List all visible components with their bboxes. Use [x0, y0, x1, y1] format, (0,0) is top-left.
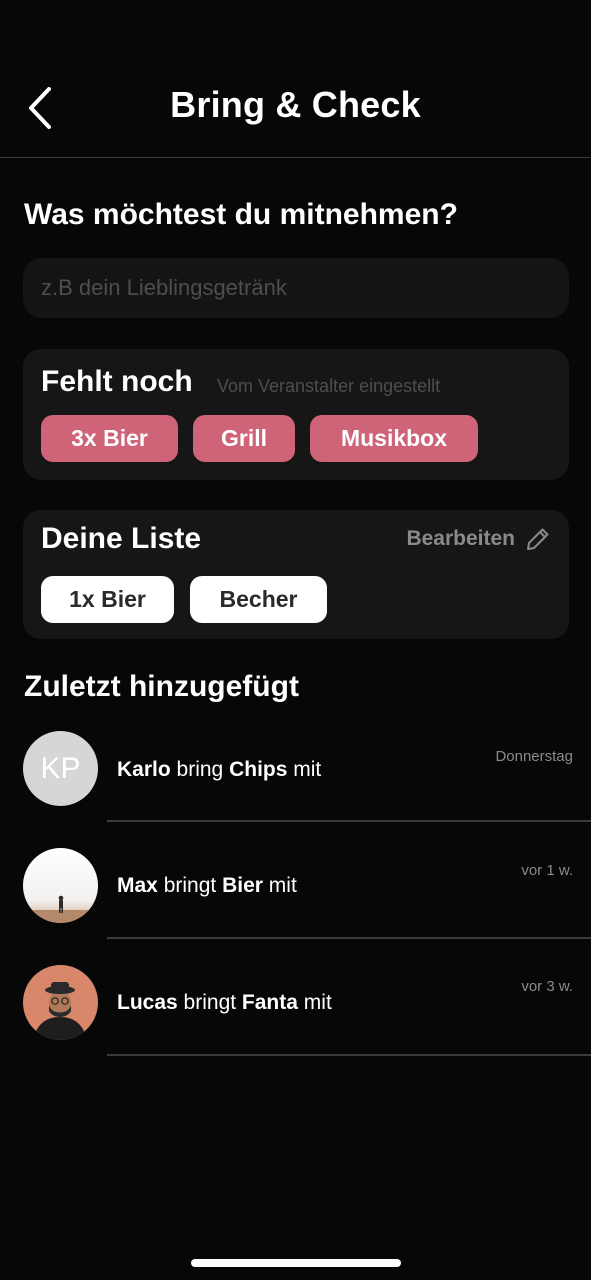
pencil-icon [527, 528, 549, 550]
screen: Bring & Check Was möchtest du mitnehmen?… [0, 0, 591, 1280]
recent-suffix: mit [293, 758, 322, 781]
recent-time: Donnerstag [495, 748, 573, 765]
missing-card: Fehlt noch Vom Veranstalter eingestellt … [23, 349, 569, 480]
avatar-photo-icon [23, 965, 98, 1040]
recent-name: Karlo [117, 758, 171, 781]
my-list-title: Deine Liste [41, 522, 202, 555]
avatar [23, 848, 98, 923]
recent-item: Fanta [241, 991, 298, 1014]
recent-name: Max [117, 874, 158, 897]
recent-verb: bringt [183, 991, 237, 1014]
recent-item: Chips [229, 758, 288, 781]
divider [107, 820, 591, 822]
recent-time: vor 3 w. [521, 978, 573, 995]
avatar: KP [23, 731, 98, 806]
edit-button[interactable]: Bearbeiten [406, 526, 551, 552]
list-chip[interactable]: Becher [190, 576, 327, 623]
recent-item: Bier [222, 874, 263, 897]
missing-subtitle: Vom Veranstalter eingestellt [217, 376, 441, 396]
recent-text: Lucas bringt Fanta mit [117, 991, 332, 1015]
question-heading: Was möchtest du mitnehmen? [24, 198, 458, 231]
recent-row[interactable]: Max bringt Bier mit vor 1 w. [0, 838, 591, 955]
recent-suffix: mit [303, 991, 332, 1014]
recent-suffix: mit [268, 874, 297, 897]
my-list-card: Deine Liste Bearbeiten 1x Bier Becher [23, 510, 569, 639]
recent-name: Lucas [117, 991, 178, 1014]
recent-time: vor 1 w. [521, 862, 573, 879]
recent-row[interactable]: KP Karlo bring Chips mit Donnerstag [0, 722, 591, 839]
recent-row[interactable]: Lucas bringt Fanta mit vor 3 w. [0, 955, 591, 1072]
divider [107, 937, 591, 939]
header: Bring & Check [0, 0, 591, 158]
item-input[interactable] [23, 258, 569, 318]
avatar-photo-icon [23, 848, 98, 923]
recent-heading: Zuletzt hinzugefügt [24, 670, 299, 703]
recent-verb: bringt [163, 874, 217, 897]
home-indicator[interactable] [191, 1259, 401, 1267]
avatar [23, 965, 98, 1040]
missing-chip[interactable]: 3x Bier [41, 415, 178, 462]
page-title: Bring & Check [170, 84, 421, 125]
recent-text: Karlo bring Chips mit [117, 758, 321, 782]
list-chip[interactable]: 1x Bier [41, 576, 174, 623]
recent-text: Max bringt Bier mit [117, 874, 297, 898]
missing-title: Fehlt noch [41, 365, 193, 398]
missing-chip[interactable]: Musikbox [310, 415, 478, 462]
avatar-initials: KP [40, 751, 81, 785]
recent-verb: bring [176, 758, 224, 781]
divider [107, 1054, 591, 1056]
edit-label: Bearbeiten [406, 527, 515, 550]
missing-chip[interactable]: Grill [193, 415, 295, 462]
